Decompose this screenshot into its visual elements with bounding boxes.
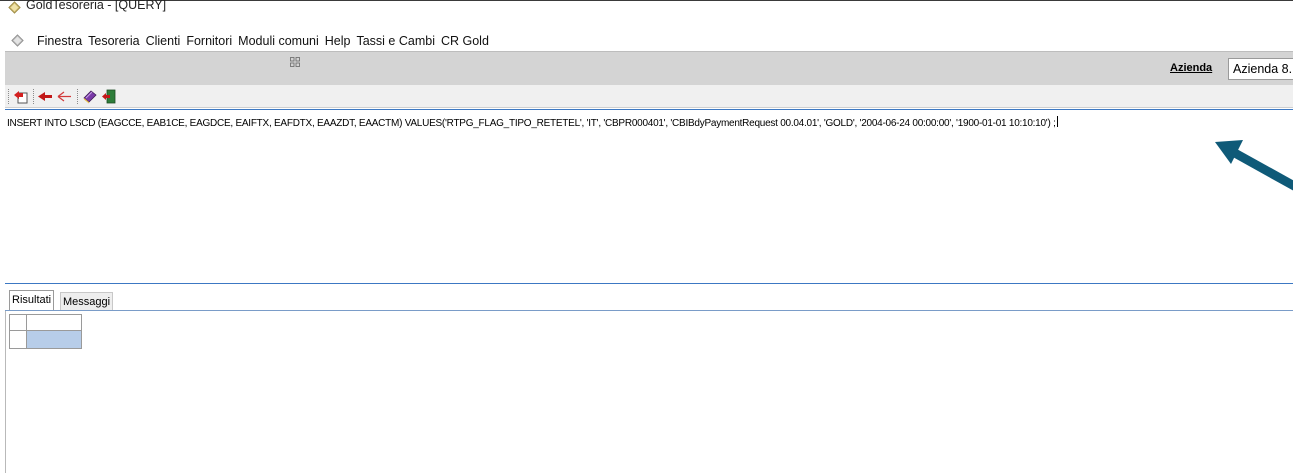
grip-icon[interactable] <box>290 57 300 67</box>
results-grid[interactable] <box>5 311 1293 473</box>
menu-tesoreria[interactable]: Tesoreria <box>85 33 142 49</box>
toolbar-separator <box>77 89 79 104</box>
menu-clienti[interactable]: Clienti <box>143 33 184 49</box>
query-toolbar <box>5 85 1293 108</box>
menu-fornitori[interactable]: Fornitori <box>183 33 235 49</box>
azienda-label[interactable]: Azienda <box>1170 62 1212 74</box>
grid-selected-cell[interactable] <box>27 331 82 349</box>
annotation-arrow-icon <box>1215 140 1293 191</box>
new-query-icon[interactable] <box>13 89 29 104</box>
query-editor[interactable]: INSERT INTO LSCD (EAGCCE, EAB1CE, EAGDCE… <box>5 109 1293 284</box>
results-tabs: Risultati Messaggi <box>5 287 1293 311</box>
toolbar-grip <box>8 89 10 104</box>
menu-moduli-comuni[interactable]: Moduli comuni <box>235 33 322 49</box>
text-cursor <box>1056 116 1058 127</box>
menu-list: Finestra Tesoreria Clienti Fornitori Mod… <box>34 33 492 49</box>
grid-corner-cell[interactable] <box>9 314 27 331</box>
title-bar: GoldTesoreria - [QUERY] <box>0 0 1293 15</box>
menu-finestra[interactable]: Finestra <box>34 33 85 49</box>
grid-column-header[interactable] <box>27 314 82 331</box>
app-logo-icon <box>8 1 21 14</box>
azienda-select[interactable]: Azienda 8.1 <box>1228 58 1293 80</box>
company-toolstrip: Azienda Azienda 8.1 <box>5 51 1293 85</box>
tab-risultati[interactable]: Risultati <box>9 290 55 310</box>
back-arrow-icon[interactable] <box>56 89 72 104</box>
back-red-icon[interactable] <box>37 89 53 104</box>
menu-tassi-e-cambi[interactable]: Tassi e Cambi <box>353 33 438 49</box>
menu-bar: Finestra Tesoreria Clienti Fornitori Mod… <box>0 31 1293 51</box>
window-title: GoldTesoreria - [QUERY] <box>26 0 167 12</box>
grid-row-header[interactable] <box>9 331 27 349</box>
query-text[interactable]: INSERT INTO LSCD (EAGCCE, EAB1CE, EAGDCE… <box>7 116 1058 129</box>
exit-icon[interactable] <box>101 89 117 104</box>
query-content: INSERT INTO LSCD (EAGCCE, EAB1CE, EAGDCE… <box>7 118 1056 129</box>
tab-messaggi[interactable]: Messaggi <box>60 292 114 310</box>
toolbar-separator <box>33 89 35 104</box>
menu-help[interactable]: Help <box>322 33 354 49</box>
menu-cr-gold[interactable]: CR Gold <box>438 33 492 49</box>
menu-app-icon[interactable] <box>11 34 24 47</box>
book-icon[interactable] <box>82 89 98 104</box>
